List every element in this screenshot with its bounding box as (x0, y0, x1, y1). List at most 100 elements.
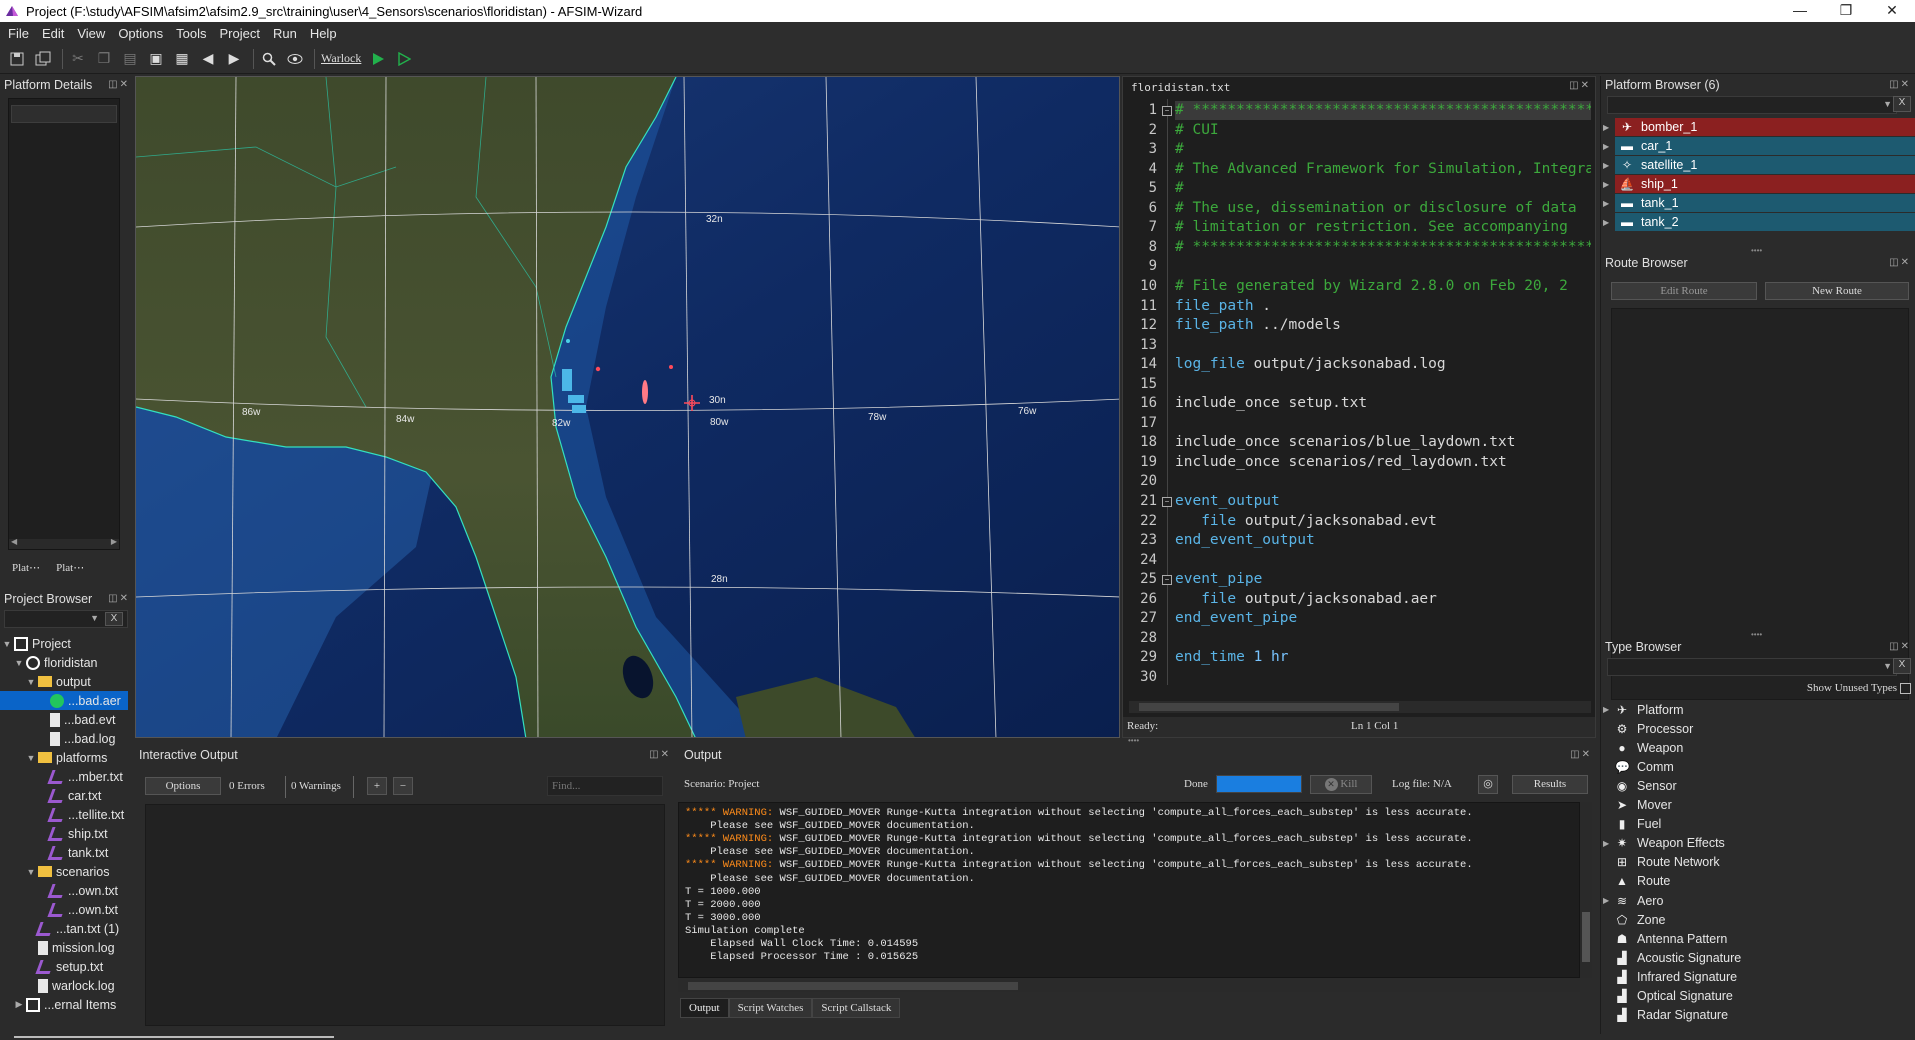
save-all-icon[interactable] (32, 48, 54, 70)
expand-arrow-icon[interactable]: ▼ (14, 658, 24, 668)
tree-item[interactable]: ...tellite.txt (0, 805, 128, 824)
tree-item[interactable]: ...own.txt (0, 881, 128, 900)
menu-project[interactable]: Project (219, 26, 268, 41)
minimize-button[interactable]: — (1777, 0, 1823, 22)
horizontal-scrollbar[interactable] (678, 980, 1580, 992)
code-line[interactable]: # CUI (1175, 121, 1219, 140)
type-item[interactable]: ▶ ✈ Platform (1603, 700, 1684, 719)
dock-close-icon[interactable]: ◫✕ (1889, 79, 1911, 90)
warning-count[interactable]: 0 Warnings (291, 780, 341, 792)
close-button[interactable]: ✕ (1869, 0, 1915, 22)
tank-1-marker[interactable] (562, 369, 572, 391)
tree-item[interactable]: setup.txt (0, 957, 128, 976)
code-line[interactable]: # The use, dissemination or disclosure o… (1175, 199, 1577, 218)
code-line[interactable]: include_once setup.txt (1175, 394, 1367, 413)
code-line[interactable]: log_file output/jacksonabad.log (1175, 355, 1446, 374)
run-icon[interactable] (367, 48, 389, 70)
code-line[interactable]: file_path . (1175, 297, 1271, 316)
code-line[interactable]: # (1175, 179, 1184, 198)
code-line[interactable]: file_path ../models (1175, 316, 1341, 335)
interactive-output-view[interactable] (145, 804, 665, 1026)
tree-item[interactable]: ▼ scenarios (0, 862, 128, 881)
expand-arrow-icon[interactable]: ▼ (26, 867, 36, 877)
search-icon[interactable] (258, 48, 280, 70)
splitter-handle[interactable]: •••• (1128, 736, 1139, 745)
tree-item[interactable]: ship.txt (0, 824, 128, 843)
expand-arrow-icon[interactable]: ▶ (1603, 705, 1609, 714)
fold-toggle-icon[interactable]: − (1162, 497, 1172, 507)
platform-item-car-1[interactable]: ▶ ▬ car_1 (1603, 137, 1915, 155)
type-item[interactable]: 💬 Comm (1615, 757, 1674, 776)
type-item[interactable]: ▟ Infrared Signature (1615, 967, 1737, 986)
menu-tools[interactable]: Tools (176, 26, 215, 41)
map-view[interactable]: 32n 30n 28n 86w 84w 82w 80w 78w 76w (135, 76, 1120, 738)
save-icon[interactable] (6, 48, 28, 70)
type-item[interactable]: ● Weapon (1615, 738, 1683, 757)
tree-item[interactable]: ▼ floridistan (0, 653, 128, 672)
type-item[interactable]: ▲ Route (1615, 872, 1670, 891)
project-filter-input[interactable]: ▼ X (4, 610, 128, 628)
clear-filter-button[interactable]: X (105, 612, 123, 626)
find-file-icon[interactable]: ▣ (145, 48, 167, 70)
cut-icon[interactable]: ✂ (67, 48, 89, 70)
code-line[interactable]: event_pipe (1175, 570, 1262, 589)
code-line[interactable]: include_once scenarios/red_laydown.txt (1175, 453, 1507, 472)
expand-arrow-icon[interactable]: ▶ (1603, 218, 1609, 227)
tab-output[interactable]: Output (680, 998, 729, 1018)
options-button[interactable]: Options (145, 777, 221, 795)
expand-arrow-icon[interactable]: ▼ (2, 639, 12, 649)
clear-filter-button[interactable]: X (1893, 658, 1911, 674)
code-area[interactable]: # **************************************… (1175, 99, 1591, 685)
kill-button[interactable]: ✕ Kill (1310, 775, 1372, 794)
type-item[interactable]: ▟ Optical Signature (1615, 987, 1733, 1006)
horizontal-scrollbar[interactable] (1129, 701, 1591, 713)
platform-filter-input[interactable]: ▼ (1607, 96, 1897, 114)
ship-1-marker[interactable] (642, 380, 648, 404)
type-item[interactable]: ◉ Sensor (1615, 776, 1677, 795)
warlock-launcher[interactable]: Warlock (321, 51, 361, 66)
new-route-button[interactable]: New Route (1765, 282, 1909, 300)
dock-close-icon[interactable]: ◫✕ (649, 749, 671, 760)
platform-item-bomber-1[interactable]: ▶ ✈ bomber_1 (1603, 118, 1915, 136)
tab-platform-2[interactable]: Plat⋯ (50, 558, 90, 580)
code-line[interactable]: end_event_output (1175, 531, 1315, 550)
tree-item[interactable]: tank.txt (0, 843, 128, 862)
code-line[interactable]: file output/jacksonabad.aer (1175, 590, 1437, 609)
maximize-button[interactable]: ❐ (1823, 0, 1869, 22)
map-canvas[interactable]: 32n 30n 28n 86w 84w 82w 80w 78w 76w (136, 77, 1120, 738)
splitter-handle[interactable]: •••• (1751, 630, 1762, 639)
find-input[interactable] (547, 776, 663, 796)
eye-icon[interactable] (284, 48, 306, 70)
menu-edit[interactable]: Edit (42, 26, 73, 41)
expand-arrow-icon[interactable]: ▶ (1603, 839, 1609, 848)
type-item[interactable]: ▮ Fuel (1615, 815, 1662, 834)
dock-close-icon[interactable]: ◫✕ (108, 593, 130, 604)
replace-icon[interactable]: ▦ (171, 48, 193, 70)
dock-close-icon[interactable]: ◫✕ (1889, 641, 1911, 652)
expand-arrow-icon[interactable]: ▼ (26, 677, 36, 687)
add-button[interactable]: + (367, 777, 387, 795)
edit-route-button[interactable]: Edit Route (1611, 282, 1757, 300)
tree-item[interactable]: ...bad.log (0, 729, 128, 748)
type-item[interactable]: ⊞ Route Network (1615, 853, 1720, 872)
remove-button[interactable]: − (393, 777, 413, 795)
code-line[interactable]: end_event_pipe (1175, 609, 1297, 628)
type-item[interactable]: ▶ ≋ Aero (1603, 891, 1663, 910)
tab-script-watches[interactable]: Script Watches (728, 998, 813, 1018)
clear-filter-button[interactable]: X (1893, 96, 1911, 112)
dock-close-icon[interactable]: ◫✕ (1569, 80, 1591, 91)
dock-close-icon[interactable]: ◫✕ (1570, 749, 1592, 760)
type-item[interactable]: ➤ Mover (1615, 796, 1672, 815)
code-line[interactable]: end_time 1 hr (1175, 648, 1289, 667)
tank-2-marker[interactable] (568, 395, 584, 403)
show-unused-types-checkbox[interactable] (1900, 683, 1911, 694)
refresh-button[interactable]: ◎ (1478, 775, 1498, 794)
error-count[interactable]: 0 Errors (229, 780, 265, 792)
expand-arrow-icon[interactable]: ▶ (1603, 896, 1609, 905)
expand-arrow-icon[interactable]: ▶ (14, 999, 24, 1010)
platform-item-tank-2[interactable]: ▶ ▬ tank_2 (1603, 213, 1915, 231)
expand-arrow-icon[interactable]: ▶ (1603, 199, 1609, 208)
code-line[interactable]: event_output (1175, 492, 1280, 511)
scrollbar-thumb[interactable] (688, 982, 1018, 990)
horizontal-scrollbar[interactable]: ◀ ▶ (9, 537, 119, 549)
